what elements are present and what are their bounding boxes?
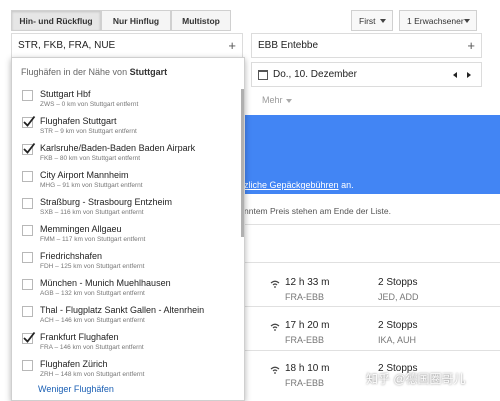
airport-checkbox[interactable] [22,252,33,263]
add-origin-icon[interactable]: + [228,38,236,53]
airport-checkbox[interactable] [22,225,33,236]
airport-option[interactable]: Stuttgart Hbf ZWS – 0 km von Stuttgart en… [12,87,240,115]
add-destination-icon[interactable]: + [467,38,475,53]
destination-input[interactable]: EBB Entebbe + [251,33,482,58]
departure-date-field[interactable]: Do., 10. Dezember [251,62,482,87]
calendar-icon [258,69,268,80]
airport-option[interactable]: Karlsruhe/Baden-Baden Baden Airpark FKB –… [12,141,240,169]
destination-value: EBB Entebbe [258,40,319,51]
price-note: nntem Preis stehen am Ende der Liste. [244,206,391,216]
wifi-icon [270,366,280,374]
airport-option[interactable]: City Airport Mannheim MHG – 91 km von Stu… [12,168,240,196]
chevron-down-icon [380,19,386,23]
flight-stops: 2 Stopps [378,320,418,331]
flight-duration: 18 h 10 m [285,363,330,374]
checkmark-icon [23,142,36,154]
airport-distance: SXB – 116 km von Stuttgart entfernt [40,209,144,216]
airport-distance: MHG – 91 km von Stuttgart entfernt [40,182,143,189]
row-divider [240,262,500,263]
airport-checkbox[interactable] [22,90,33,101]
checkmark-icon [23,115,36,127]
airport-name: Flughafen Stuttgart [40,116,117,126]
dropdown-scrollbar[interactable] [241,89,244,237]
fewer-airports-link[interactable]: Weniger Flughäfen [38,384,114,394]
airport-name: City Airport Mannheim [40,170,129,180]
flight-route: FRA-EBB [285,292,325,302]
dropdown-header: Flughäfen in der Nähe von Stuttgart [21,67,167,77]
airport-option[interactable]: Thal - Flugplatz Sankt Gallen - Altenrhe… [12,303,240,331]
flight-via: IKA, AUH [378,335,417,345]
flight-duration: 12 h 33 m [285,277,330,288]
dropdown-header-prefix: Flughäfen in der Nähe von [21,67,130,77]
origin-value: STR, FKB, FRA, NUE [18,40,116,51]
watermark: 知乎 @德国圈哥儿 [366,372,466,386]
checkmark-icon [23,331,36,343]
nearby-airports-dropdown: Flughäfen in der Nähe von Stuttgart Stut… [11,57,245,401]
airport-checkbox[interactable] [22,331,36,344]
airport-option[interactable]: Friedrichshafen FDH – 125 km von Stuttgar… [12,249,240,277]
airport-name: München - Munich Muehlhausen [40,278,171,288]
airport-name: Straßburg - Strasbourg Entzheim [40,197,173,207]
cabin-class-select[interactable]: First [351,10,393,31]
airport-checkbox[interactable] [22,171,33,182]
airport-distance: ZWS – 0 km von Stuttgart entfernt [40,101,139,108]
airport-option[interactable]: Flughafen Zürich ZRH – 148 km von Stuttga… [12,357,240,385]
banner-text: sätzliche Gepäckgebühren an. [232,180,354,190]
passengers-value: 1 Erwachsener [407,15,464,26]
next-date-icon[interactable] [467,72,471,78]
more-filters-button[interactable]: Mehr [262,95,292,105]
origin-input[interactable]: STR, FKB, FRA, NUE + [11,33,243,58]
airport-checkbox[interactable] [22,198,33,209]
trip-type-roundtrip-button[interactable]: Hin- und Rückflug [11,10,101,31]
passengers-select[interactable]: 1 Erwachsener [399,10,477,31]
chevron-down-icon [464,19,470,23]
section-divider [240,224,500,225]
airport-option[interactable]: Frankfurt Flughafen FRA – 146 km von Stut… [12,330,240,358]
airport-checkbox[interactable] [22,279,33,290]
flight-via: JED, ADD [378,292,419,302]
wifi-icon [270,323,280,331]
airport-distance: FMM – 117 km von Stuttgart entfernt [40,236,146,243]
trip-type-multistop-button[interactable]: Multistop [171,10,231,31]
airport-option[interactable]: Flughafen Stuttgart STR – 9 km von Stuttg… [12,114,240,142]
airport-name: Stuttgart Hbf [40,89,91,99]
airport-distance: FRA – 146 km von Stuttgart entfernt [40,344,144,351]
airport-distance: ACH – 146 km von Stuttgart entfernt [40,317,145,324]
airport-checkbox[interactable] [22,360,33,371]
flight-duration: 17 h 20 m [285,320,330,331]
previous-date-icon[interactable] [453,72,457,78]
banner-text-suffix: an. [338,180,354,190]
airport-name: Thal - Flugplatz Sankt Gallen - Altenrhe… [40,305,205,315]
airport-option[interactable]: Memmingen Allgaeu FMM – 117 km von Stuttg… [12,222,240,250]
airport-name: Memmingen Allgaeu [40,224,122,234]
cabin-class-value: First [359,15,376,26]
airport-name: Friedrichshafen [40,251,103,261]
trip-type-oneway-button[interactable]: Nur Hinflug [101,10,171,31]
airport-distance: FDH – 125 km von Stuttgart entfernt [40,263,145,270]
airport-name: Frankfurt Flughafen [40,332,119,342]
airport-name: Flughafen Zürich [40,359,108,369]
flight-route: FRA-EBB [285,335,325,345]
flight-stops: 2 Stopps [378,277,418,288]
flight-row[interactable]: 17 h 20 m FRA-EBB 2 Stopps IKA, AUH [248,319,500,359]
dropdown-header-city: Stuttgart [129,67,168,77]
airport-checkbox[interactable] [22,142,36,155]
airport-distance: STR – 9 km von Stuttgart entfernt [40,128,137,135]
airport-checkbox[interactable] [22,115,36,128]
flight-row[interactable]: 12 h 33 m FRA-EBB 2 Stopps JED, ADD [248,276,500,316]
flight-route: FRA-EBB [285,378,325,388]
more-filters-label: Mehr [262,95,283,105]
airport-distance: AGB – 132 km von Stuttgart entfernt [40,290,145,297]
departure-date-value: Do., 10. Dezember [273,69,357,80]
airport-distance: FKB – 80 km von Stuttgart entfernt [40,155,141,162]
airport-distance: ZRH – 148 km von Stuttgart entfernt [40,371,145,378]
airport-checkbox[interactable] [22,306,33,317]
chevron-down-icon [285,98,292,103]
baggage-fees-link[interactable]: sätzliche Gepäckgebühren [232,180,339,190]
airport-option[interactable]: München - Munich Muehlhausen AGB – 132 km… [12,276,240,304]
airport-option[interactable]: Straßburg - Strasbourg Entzheim SXB – 116… [12,195,240,223]
wifi-icon [270,280,280,288]
airport-name: Karlsruhe/Baden-Baden Baden Airpark [40,143,196,153]
